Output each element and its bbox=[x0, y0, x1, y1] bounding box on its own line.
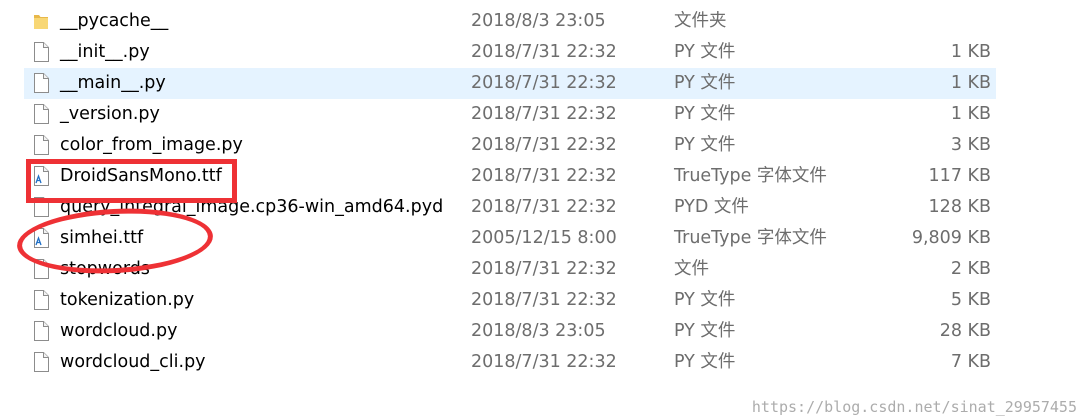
file-name: __main__.py bbox=[60, 73, 166, 93]
file-type: 文件 bbox=[674, 259, 709, 279]
file-name: _version.py bbox=[60, 104, 160, 124]
file-icon bbox=[33, 321, 49, 341]
file-row[interactable]: color_from_image.py 2018/7/31 22:32 PY 文件 3… bbox=[0, 130, 1089, 161]
file-size: 7 KB bbox=[950, 352, 991, 372]
file-size: 117 KB bbox=[928, 166, 991, 186]
file-date-modified: 2018/8/3 23:05 bbox=[471, 321, 606, 341]
file-date-modified: 2018/7/31 22:32 bbox=[471, 166, 617, 186]
file-type: PY 文件 bbox=[674, 42, 736, 62]
file-type: PY 文件 bbox=[674, 73, 736, 93]
file-type: 文件夹 bbox=[674, 11, 727, 31]
file-date-modified: 2018/7/31 22:32 bbox=[471, 352, 617, 372]
file-size: 1 KB bbox=[950, 42, 991, 62]
file-size: 9,809 KB bbox=[911, 228, 991, 248]
file-size: 5 KB bbox=[950, 290, 991, 310]
file-icon bbox=[33, 135, 49, 155]
file-row[interactable]: query_integral_image.cp36-win_amd64.pyd 2… bbox=[0, 192, 1089, 223]
file-row[interactable]: wordcloud.py 2018/8/3 23:05 PY 文件 28 KB bbox=[0, 316, 1089, 347]
file-date-modified: 2018/7/31 22:32 bbox=[471, 104, 617, 124]
file-size: 1 KB bbox=[950, 73, 991, 93]
file-row[interactable]: stopwords 2018/7/31 22:32 文件 2 KB bbox=[0, 254, 1089, 285]
file-date-modified: 2018/7/31 22:32 bbox=[471, 197, 617, 217]
file-name: simhei.ttf bbox=[60, 228, 144, 248]
file-date-modified: 2018/7/31 22:32 bbox=[471, 259, 617, 279]
file-name: query_integral_image.cp36-win_amd64.pyd bbox=[60, 197, 444, 217]
file-name: __pycache__ bbox=[60, 11, 169, 31]
file-row[interactable]: DroidSansMono.ttf 2018/7/31 22:32 TrueType… bbox=[0, 161, 1089, 192]
file-date-modified: 2018/7/31 22:32 bbox=[471, 42, 617, 62]
file-type: PY 文件 bbox=[674, 104, 736, 124]
font-file-icon bbox=[33, 166, 49, 186]
file-icon bbox=[33, 42, 49, 62]
file-icon bbox=[33, 104, 49, 124]
file-date-modified: 2018/7/31 22:32 bbox=[471, 73, 617, 93]
file-row[interactable]: wordcloud_cli.py 2018/7/31 22:32 PY 文件 7 KB bbox=[0, 347, 1089, 378]
file-name: wordcloud.py bbox=[60, 321, 178, 341]
file-row[interactable]: __pycache__ 2018/8/3 23:05 文件夹 bbox=[0, 6, 1089, 37]
file-list: __pycache__ 2018/8/3 23:05 文件夹 __init__.py 2… bbox=[0, 6, 1089, 378]
file-name: color_from_image.py bbox=[60, 135, 243, 155]
file-type: PY 文件 bbox=[674, 135, 736, 155]
file-icon bbox=[33, 290, 49, 310]
file-type: PY 文件 bbox=[674, 321, 736, 341]
file-type: TrueType 字体文件 bbox=[674, 228, 827, 248]
file-name: stopwords bbox=[60, 259, 150, 279]
file-row[interactable]: simhei.ttf 2005/12/15 8:00 TrueType 字体文件 9,… bbox=[0, 223, 1089, 254]
file-row[interactable]: __init__.py 2018/7/31 22:32 PY 文件 1 KB bbox=[0, 37, 1089, 68]
file-date-modified: 2005/12/15 8:00 bbox=[471, 228, 617, 248]
folder-icon bbox=[33, 11, 49, 31]
file-date-modified: 2018/8/3 23:05 bbox=[471, 11, 606, 31]
file-row[interactable]: tokenization.py 2018/7/31 22:32 PY 文件 5 KB bbox=[0, 285, 1089, 316]
file-type: PY 文件 bbox=[674, 290, 736, 310]
file-row[interactable]: _version.py 2018/7/31 22:32 PY 文件 1 KB bbox=[0, 99, 1089, 130]
font-file-icon bbox=[33, 228, 49, 248]
file-icon bbox=[33, 259, 49, 279]
file-name: DroidSansMono.ttf bbox=[60, 166, 222, 186]
file-type: PYD 文件 bbox=[674, 197, 749, 217]
file-date-modified: 2018/7/31 22:32 bbox=[471, 135, 617, 155]
file-size: 3 KB bbox=[950, 135, 991, 155]
file-name: wordcloud_cli.py bbox=[60, 352, 206, 372]
file-row[interactable]: __main__.py 2018/7/31 22:32 PY 文件 1 KB bbox=[0, 68, 1089, 99]
file-size: 128 KB bbox=[928, 197, 991, 217]
file-icon bbox=[33, 73, 49, 93]
file-icon bbox=[33, 197, 49, 217]
file-size: 1 KB bbox=[950, 104, 991, 124]
file-type: TrueType 字体文件 bbox=[674, 166, 827, 186]
file-size: 28 KB bbox=[939, 321, 991, 341]
file-type: PY 文件 bbox=[674, 352, 736, 372]
file-name: __init__.py bbox=[60, 42, 150, 62]
watermark: https://blog.csdn.net/sinat_29957455 bbox=[751, 398, 1077, 416]
file-size: 2 KB bbox=[950, 259, 991, 279]
file-icon bbox=[33, 352, 49, 372]
file-name: tokenization.py bbox=[60, 290, 195, 310]
file-date-modified: 2018/7/31 22:32 bbox=[471, 290, 617, 310]
